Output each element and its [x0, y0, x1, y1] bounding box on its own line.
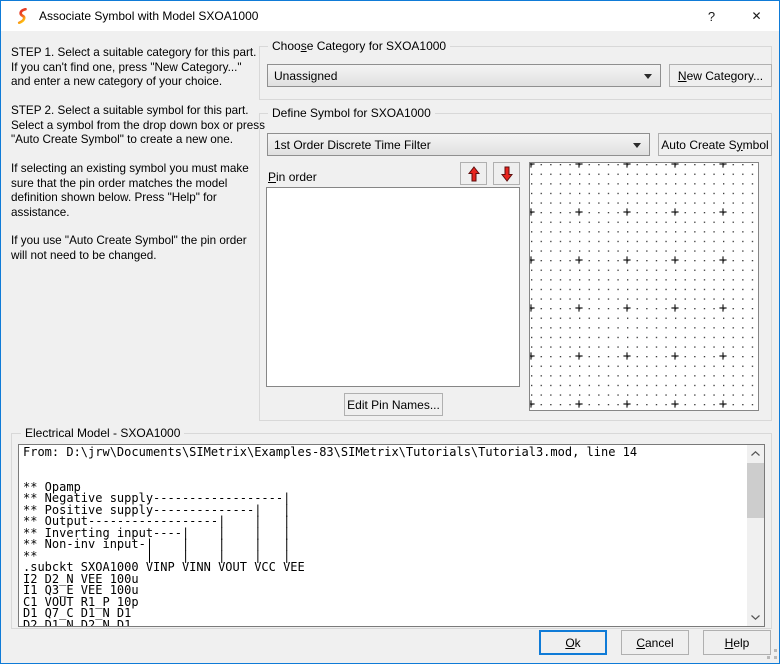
- close-icon: ✕: [751, 9, 761, 23]
- move-pin-up-button[interactable]: [460, 162, 487, 185]
- scrollbar-thumb[interactable]: [747, 463, 764, 518]
- pin-order-label: Pin order: [268, 170, 317, 184]
- edit-pin-names-button[interactable]: Edit Pin Names...: [344, 393, 443, 416]
- scroll-down-button[interactable]: [747, 609, 764, 626]
- instruction-step2: STEP 2. Select a suitable symbol for thi…: [11, 104, 271, 148]
- help-button[interactable]: Help: [703, 630, 771, 655]
- electrical-model-group: Electrical Model - SXOA1000 From: D:\jrw…: [11, 433, 772, 629]
- instruction-note1: If selecting an existing symbol you must…: [11, 162, 271, 220]
- model-text-area[interactable]: From: D:\jrw\Documents\SIMetrix\Examples…: [18, 444, 765, 627]
- electrical-model-group-label: Electrical Model - SXOA1000: [21, 426, 184, 440]
- chevron-down-icon: [644, 74, 652, 79]
- close-button[interactable]: ✕: [734, 1, 779, 31]
- titlebar: Associate Symbol with Model SXOA1000 ? ✕: [1, 1, 779, 31]
- up-arrow-icon: [468, 166, 480, 182]
- ok-button[interactable]: Ok: [539, 630, 607, 655]
- define-symbol-group: Define Symbol for SXOA1000 1st Order Dis…: [259, 113, 772, 421]
- symbol-combobox-value: 1st Order Discrete Time Filter: [274, 138, 431, 152]
- choose-category-group: Choose Category for SXOA1000 Unassigned …: [259, 46, 772, 100]
- scroll-up-button[interactable]: [747, 445, 764, 462]
- dialog-window: Associate Symbol with Model SXOA1000 ? ✕…: [0, 0, 780, 664]
- move-pin-down-button[interactable]: [493, 162, 520, 185]
- instruction-note2: If you use "Auto Create Symbol" the pin …: [11, 234, 271, 263]
- vertical-scrollbar[interactable]: [747, 445, 764, 626]
- help-button-label: Help: [725, 636, 750, 650]
- auto-create-symbol-button[interactable]: Auto Create Symbol: [658, 133, 772, 156]
- resize-grip[interactable]: [767, 656, 770, 659]
- simetrix-logo-icon: [14, 8, 30, 24]
- down-arrow-icon: [501, 166, 513, 182]
- cancel-button[interactable]: Cancel: [621, 630, 689, 655]
- edit-pin-names-button-label: Edit Pin Names...: [347, 398, 440, 412]
- symbol-combobox[interactable]: 1st Order Discrete Time Filter: [267, 133, 650, 156]
- define-symbol-group-label: Define Symbol for SXOA1000: [268, 106, 435, 120]
- auto-create-symbol-button-label: Auto Create Symbol: [661, 138, 768, 152]
- new-category-button-label: New Category...: [678, 69, 763, 83]
- window-help-button[interactable]: ?: [689, 1, 734, 31]
- category-combobox-value: Unassigned: [274, 69, 337, 83]
- symbol-preview-panel: [529, 162, 759, 411]
- chevron-down-icon: [633, 143, 641, 148]
- cancel-button-label: Cancel: [636, 636, 673, 650]
- new-category-button[interactable]: New Category...: [669, 64, 772, 87]
- pin-order-listbox[interactable]: [266, 187, 520, 387]
- ok-button-label: Ok: [565, 636, 580, 650]
- question-icon: ?: [708, 9, 715, 24]
- chevron-down-icon: [751, 615, 760, 620]
- choose-category-group-label: Choose Category for SXOA1000: [268, 39, 450, 53]
- instruction-step1: STEP 1. Select a suitable category for t…: [11, 46, 271, 90]
- symbol-grid: [530, 163, 758, 410]
- chevron-up-icon: [751, 451, 760, 456]
- model-text: From: D:\jrw\Documents\SIMetrix\Examples…: [23, 447, 764, 627]
- window-title: Associate Symbol with Model SXOA1000: [39, 9, 258, 23]
- category-combobox[interactable]: Unassigned: [267, 64, 661, 87]
